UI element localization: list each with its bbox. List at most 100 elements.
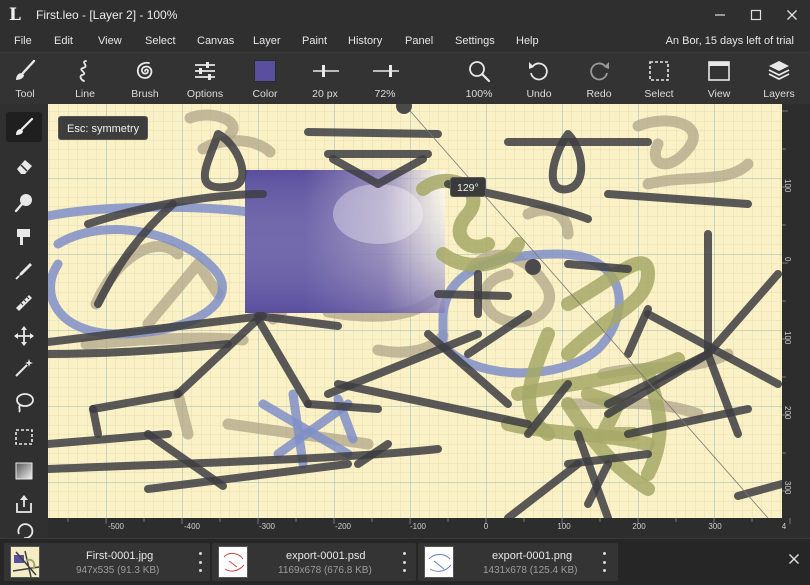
menu-help[interactable]: Help (516, 30, 539, 52)
move-icon (14, 326, 34, 346)
opacity-slider[interactable]: 72% (355, 57, 415, 103)
minimize-icon (715, 14, 725, 16)
tool-button[interactable]: Tool (0, 57, 55, 103)
move-tool[interactable] (6, 321, 42, 351)
file-name: export-0001.png (492, 550, 573, 562)
brush-tool[interactable] (6, 112, 42, 142)
ruler-bottom-label: -200 (334, 522, 352, 531)
magic-wand-icon (15, 359, 33, 377)
file-thumbnail (218, 546, 248, 578)
brush-button[interactable]: Brush (115, 57, 175, 103)
file-meta: 947x535 (91.3 KB) (76, 565, 160, 576)
color-button[interactable]: Color (235, 57, 295, 103)
file-thumbnail (424, 546, 454, 578)
view-icon (705, 57, 733, 85)
options-label: Options (186, 88, 224, 100)
size-slider-icon (311, 57, 339, 85)
ruler-bottom-label: 100 (557, 522, 571, 531)
fill-tool[interactable] (6, 222, 42, 252)
ruler-bottom-label: -100 (409, 522, 427, 531)
share-tool[interactable] (6, 489, 42, 519)
maximize-button[interactable] (738, 0, 774, 30)
color-label: Color (252, 88, 278, 100)
ruler-bottom-label: 200 (632, 522, 646, 531)
menu-history[interactable]: History (348, 30, 382, 52)
redo-icon (585, 57, 613, 85)
color-swatch-icon (251, 57, 279, 85)
ruler-right-label: 300 (783, 481, 792, 495)
layers-button[interactable]: Layers (749, 57, 809, 103)
menu-view[interactable]: View (98, 30, 122, 52)
eraser-tool[interactable] (6, 151, 42, 181)
file-card-1[interactable]: First-0001.jpg 947x535 (91.3 KB) (4, 543, 210, 581)
window-title: First.leo - [Layer 2] - 100% (36, 8, 178, 22)
vertical-ruler: 100 0 100 200 300 (782, 104, 810, 518)
menu-layer[interactable]: Layer (253, 30, 281, 52)
eyedropper-icon (15, 263, 32, 280)
close-icon (787, 10, 797, 20)
menu-select[interactable]: Select (145, 30, 176, 52)
file-name: First-0001.jpg (86, 550, 154, 562)
smudge-tool[interactable] (6, 187, 42, 217)
view-button[interactable]: View (689, 57, 749, 103)
gradient-tool[interactable] (6, 456, 42, 486)
magic-wand-tool[interactable] (6, 353, 42, 383)
options-button[interactable]: Options (175, 57, 235, 103)
rectangle-select-icon (15, 429, 33, 445)
ruler-icon (16, 295, 32, 311)
menu-settings[interactable]: Settings (455, 30, 495, 52)
file-card-3[interactable]: export-0001.png 1431x678 (125.4 KB) (418, 543, 618, 581)
undo-label: Undo (526, 88, 552, 100)
select-icon (645, 57, 673, 85)
canvas-artwork (48, 104, 782, 518)
eyedropper-tool[interactable] (6, 256, 42, 286)
line-button[interactable]: Line (55, 57, 115, 103)
rect-select-tool[interactable] (6, 422, 42, 452)
brush-label: Brush (131, 88, 159, 100)
close-files-button[interactable] (786, 551, 802, 567)
file-more-button[interactable] (598, 552, 610, 572)
file-more-button[interactable] (194, 552, 206, 572)
tool-label: Tool (15, 88, 35, 100)
smudge-icon (14, 194, 32, 213)
vertical-ruler-ticks (782, 110, 788, 492)
menu-panel[interactable]: Panel (405, 30, 433, 52)
menu-file[interactable]: File (14, 30, 32, 52)
ruler-bottom-label: 0 (483, 522, 489, 531)
select-button[interactable]: Select (629, 57, 689, 103)
undo-button[interactable]: Undo (509, 57, 569, 103)
ruler-tool[interactable] (6, 288, 42, 318)
lasso-tool[interactable] (6, 387, 42, 417)
minimize-button[interactable] (702, 0, 738, 30)
size-slider[interactable]: 20 px (295, 57, 355, 103)
layers-icon (765, 57, 793, 85)
eraser-icon (17, 160, 32, 174)
zoom-button[interactable]: 100% (449, 57, 509, 103)
file-more-button[interactable] (398, 552, 410, 572)
menu-edit[interactable]: Edit (54, 30, 73, 52)
file-card-2[interactable]: export-0001.psd 1169x678 (676.8 KB) (212, 543, 416, 581)
select-label: Select (644, 88, 674, 100)
ruler-right-label: 100 (783, 331, 792, 345)
main-toolbar: Tool Line Brush Options Color 20 px 72% (0, 52, 810, 104)
redo-button[interactable]: Redo (569, 57, 629, 103)
symmetry-hint: Esc: symmetry (58, 116, 149, 140)
size-label: 20 px (312, 88, 338, 100)
app-logo: L (9, 5, 21, 25)
undo-icon (525, 57, 553, 85)
gradient-icon (15, 462, 33, 480)
ruler-right-label: 0 (783, 257, 792, 262)
tool-palette (0, 104, 48, 545)
redo-label: Redo (586, 88, 612, 100)
angle-readout: 129° (450, 177, 486, 197)
menu-paint[interactable]: Paint (302, 30, 327, 52)
menu-canvas[interactable]: Canvas (197, 30, 234, 52)
file-meta: 1169x678 (676.8 KB) (278, 565, 372, 576)
layers-label: Layers (763, 88, 795, 100)
ruler-bottom-label: 4 (781, 522, 787, 531)
drawing-canvas[interactable] (48, 104, 782, 518)
sliders-icon (191, 57, 219, 85)
trial-status: An Bor, 15 days left of trial (665, 35, 794, 47)
file-meta: 1431x678 (125.4 KB) (483, 565, 578, 576)
close-button[interactable] (774, 0, 810, 30)
